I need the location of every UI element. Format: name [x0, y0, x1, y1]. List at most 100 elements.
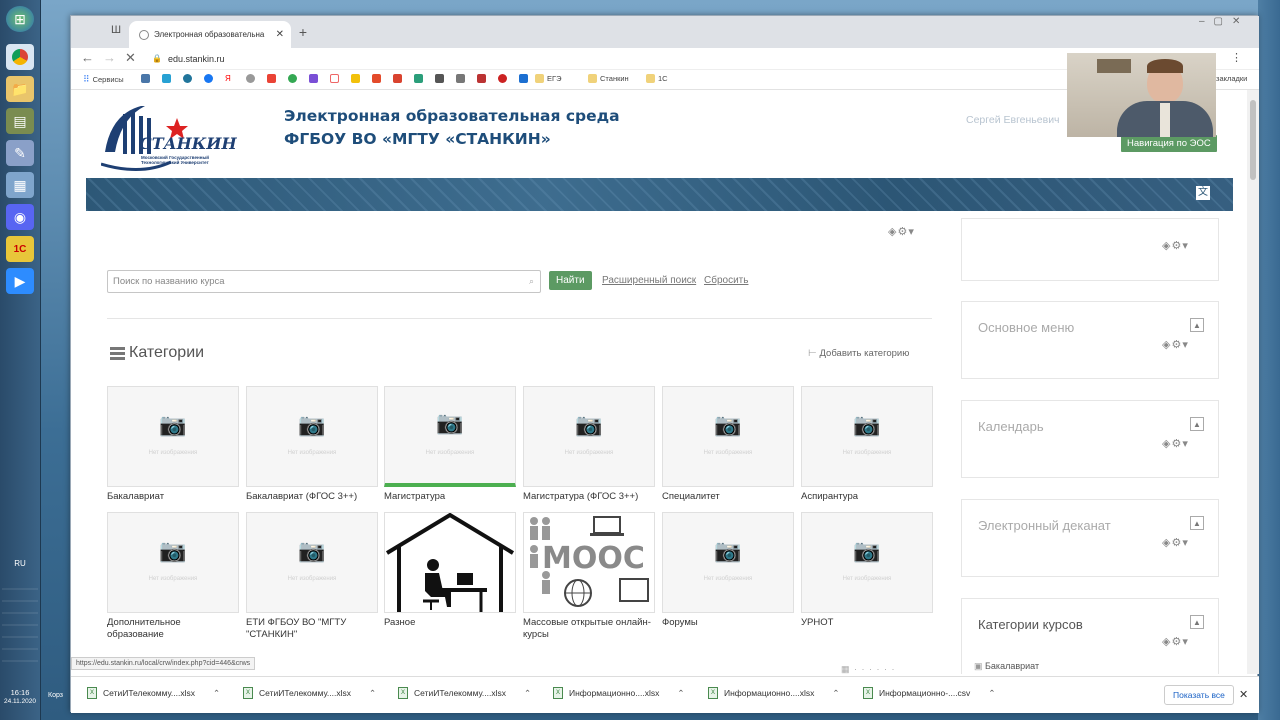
bookmark-icon[interactable]	[456, 74, 465, 83]
category-label[interactable]: Форумы	[662, 617, 794, 629]
show-all-button[interactable]: Показать все	[1164, 685, 1234, 705]
category-label[interactable]: Специалитет	[662, 491, 794, 503]
bookmark-icon[interactable]	[519, 74, 528, 83]
bookmark-folder-stankin[interactable]: Станкин	[588, 74, 629, 83]
category-tile-master-fgos[interactable]: 📷 Нет изображения	[523, 386, 655, 487]
gmail-icon[interactable]	[267, 74, 276, 83]
bookmark-icon[interactable]	[288, 74, 297, 83]
omnibox[interactable]: 🔒 edu.stankin.ru	[146, 50, 1066, 68]
back-icon[interactable]: ←	[81, 50, 94, 65]
reset-link[interactable]: Сбросить	[704, 275, 748, 286]
category-label[interactable]: Бакалавриат (ФГОС 3++)	[246, 491, 378, 503]
course-search-input[interactable]: Поиск по названию курса ⌕	[107, 270, 541, 293]
user-name[interactable]: Сергей Евгеньевич	[966, 114, 1060, 126]
chevron-up-icon[interactable]: ⌃	[369, 688, 376, 699]
vertical-scrollbar[interactable]	[1247, 90, 1259, 674]
language-indicator[interactable]: RU	[2, 559, 38, 568]
bookmark-icon[interactable]	[330, 74, 339, 83]
block-settings-icon[interactable]: ◈⚙▾	[1162, 437, 1189, 450]
tool-taskbar-icon[interactable]: ✎	[6, 140, 34, 166]
chevron-up-icon[interactable]: ⌃	[988, 688, 995, 699]
calculator-taskbar-icon[interactable]: ▦	[6, 172, 34, 198]
chevron-up-icon[interactable]: ⌃	[213, 688, 220, 699]
yandex-icon[interactable]: Я	[225, 74, 234, 83]
category-tile-mooc[interactable]: MOOC	[523, 512, 655, 613]
category-tile-additional[interactable]: 📷 Нет изображения	[107, 512, 239, 613]
category-tile-master[interactable]: 📷 Нет изображения	[384, 386, 516, 487]
sidebar-category-item[interactable]: ▣ Бакалавриат	[974, 661, 1039, 672]
vk-icon[interactable]	[141, 74, 150, 83]
category-tile-urnot[interactable]: 📷 Нет изображения	[801, 512, 933, 613]
bookmark-folder-ege[interactable]: ЕГЭ	[535, 74, 561, 83]
block-settings-icon[interactable]: ◈⚙▾	[1162, 239, 1189, 252]
download-item[interactable]: X СетиИТелекомму....xlsx ⌃	[87, 687, 220, 699]
pinned-tab-apple-icon[interactable]	[83, 24, 101, 42]
stankin-logo[interactable]: СТАНКИН Московский Государственный Техно…	[100, 104, 237, 174]
zoom-taskbar-icon[interactable]: ▶	[6, 268, 34, 294]
pinned-tab-chart-icon[interactable]: Ш	[107, 24, 125, 42]
category-label[interactable]: Бакалавриат	[107, 491, 239, 503]
clock-time[interactable]: 16:16	[2, 688, 38, 697]
download-item[interactable]: X Информационно....xlsx ⌃	[553, 687, 685, 699]
category-label[interactable]: Магистратура (ФГОС 3++)	[523, 491, 655, 503]
advanced-search-link[interactable]: Расширенный поиск	[602, 275, 696, 286]
bookmark-icon[interactable]	[372, 74, 381, 83]
category-tile-postgraduate[interactable]: 📷 Нет изображения	[801, 386, 933, 487]
category-label[interactable]: Массовые открытые онлайн-курсы	[523, 617, 655, 641]
bookmark-icon[interactable]	[351, 74, 360, 83]
download-item[interactable]: X СетиИТелекомму....xlsx ⌃	[398, 687, 531, 699]
collapse-icon[interactable]: ▲	[1190, 615, 1204, 629]
category-label[interactable]: УРНОТ	[801, 617, 933, 629]
active-tab[interactable]: Электронная образовательна ✕	[129, 21, 291, 48]
recycle-bin-label[interactable]: Корз	[48, 692, 63, 699]
download-item[interactable]: X Информационно....xlsx ⌃	[708, 687, 840, 699]
facebook-icon[interactable]	[204, 74, 213, 83]
bookmark-icon[interactable]	[498, 74, 507, 83]
forward-icon[interactable]: →	[103, 50, 116, 65]
bookmark-icon[interactable]	[162, 74, 171, 83]
eos-navigation-button[interactable]: Навигация по ЭОС	[1121, 135, 1217, 152]
app-taskbar-icon[interactable]: ▤	[6, 108, 34, 134]
category-tile-forums[interactable]: 📷 Нет изображения	[662, 512, 794, 613]
block-settings-icon[interactable]: ◈⚙▾	[1162, 338, 1189, 351]
apple-icon[interactable]	[246, 74, 255, 83]
collapse-icon[interactable]: ▲	[1190, 516, 1204, 530]
download-item[interactable]: X СетиИТелекомму....xlsx ⌃	[243, 687, 376, 699]
category-tile-specialist[interactable]: 📷 Нет изображения	[662, 386, 794, 487]
bookmark-icons-row[interactable]: Я	[141, 74, 528, 83]
category-tile-bachelor-fgos[interactable]: 📷 Нет изображения	[246, 386, 378, 487]
close-downloads-icon[interactable]: ✕	[1239, 688, 1248, 701]
category-tile-bachelor[interactable]: 📷 Нет изображения	[107, 386, 239, 487]
chrome-taskbar-icon[interactable]	[6, 44, 34, 70]
chevron-up-icon[interactable]: ⌃	[832, 688, 839, 699]
bookmark-services[interactable]: ⠿ Сервисы	[83, 74, 124, 85]
window-controls[interactable]: –▢✕	[1199, 16, 1249, 27]
scrollbar-thumb[interactable]	[1250, 100, 1256, 180]
bookmark-icon[interactable]	[309, 74, 318, 83]
new-tab-button[interactable]: +	[294, 24, 312, 42]
category-label[interactable]: Аспирантура	[801, 491, 933, 503]
block-settings-icon[interactable]: ◈⚙▾	[1162, 536, 1189, 549]
other-bookmarks[interactable]: закладки	[1216, 74, 1247, 83]
bookmark-icon[interactable]	[414, 74, 423, 83]
collapse-icon[interactable]: ▲	[1190, 417, 1204, 431]
tray-icons[interactable]	[2, 578, 38, 668]
add-category-link[interactable]: ⊢ Добавить категорию	[808, 348, 909, 359]
category-label[interactable]: Дополнительное образование	[107, 617, 239, 641]
translate-icon[interactable]: 文	[1196, 186, 1210, 200]
category-tile-eti[interactable]: 📷 Нет изображения	[246, 512, 378, 613]
1c-taskbar-icon[interactable]: 1С	[6, 236, 34, 262]
block-settings-icon[interactable]: ◈⚙▾	[1162, 635, 1189, 648]
bookmark-icon[interactable]	[477, 74, 486, 83]
bookmark-icon[interactable]	[435, 74, 444, 83]
start-button[interactable]: ⊞	[6, 6, 34, 32]
wordpress-icon[interactable]	[183, 74, 192, 83]
tab-close-icon[interactable]: ✕	[276, 29, 284, 40]
chevron-up-icon[interactable]: ⌃	[677, 688, 684, 699]
bookmark-folder-1c[interactable]: 1С	[646, 74, 668, 83]
category-label[interactable]: ЕТИ ФГБОУ ВО "МГТУ "СТАНКИН"	[246, 617, 378, 641]
collapse-icon[interactable]: ▲	[1190, 318, 1204, 332]
chevron-up-icon[interactable]: ⌃	[524, 688, 531, 699]
category-tile-misc[interactable]	[384, 512, 516, 613]
menu-kebab-icon[interactable]: ⋮	[1231, 51, 1242, 64]
